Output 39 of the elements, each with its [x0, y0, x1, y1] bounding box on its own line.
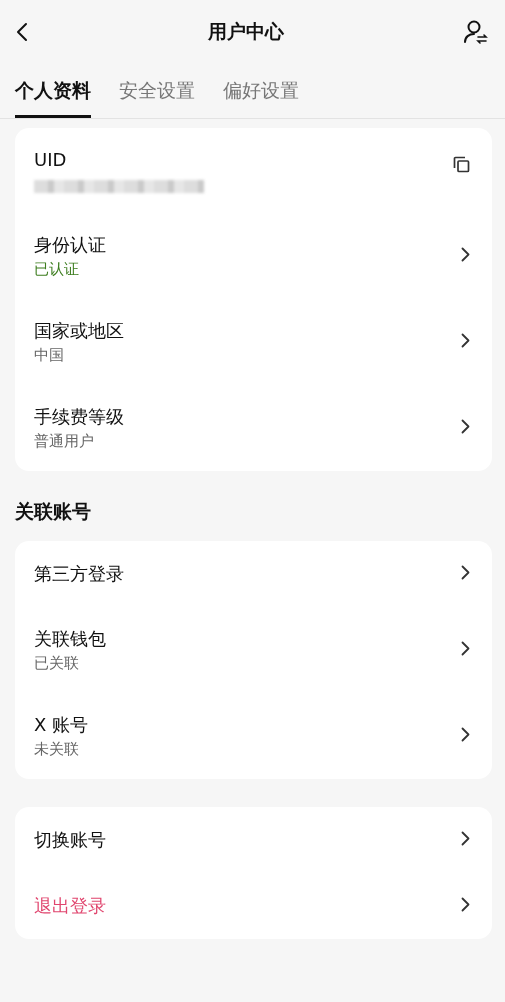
page-title: 用户中心 [207, 19, 284, 44]
list-item[interactable]: 手续费等级 普通用户 [15, 385, 492, 471]
chevron-right-icon [461, 418, 470, 434]
list-item[interactable]: 第三方登录 [15, 541, 492, 607]
row-title: UID [34, 148, 68, 172]
row-subtitle: 中国 [34, 345, 65, 365]
row-title: X 账号 [34, 713, 90, 737]
list-item[interactable]: UID [15, 128, 492, 213]
chevron-right-icon [461, 640, 470, 656]
list-item[interactable]: 退出登录 [15, 873, 492, 939]
row-subtitle: 已关联 [34, 653, 80, 673]
row-subtitle: 已认证 [34, 259, 80, 279]
section-heading: 关联账号 [15, 499, 92, 524]
copy-icon[interactable] [453, 156, 470, 173]
chevron-right-icon [461, 830, 470, 846]
row-title: 切换账号 [34, 828, 107, 852]
row-subtitle: 未关联 [34, 739, 80, 759]
tab[interactable]: 安全设置 [119, 64, 195, 118]
back-button[interactable] [16, 22, 28, 42]
tab[interactable]: 个人资料 [15, 64, 91, 118]
row-title: 关联钱包 [34, 627, 107, 651]
tab[interactable]: 偏好设置 [223, 64, 299, 118]
chevron-right-icon [461, 726, 470, 742]
row-subtitle: 普通用户 [34, 431, 95, 451]
list-item[interactable]: 国家或地区 中国 [15, 299, 492, 385]
switch-account-button[interactable] [463, 19, 489, 45]
row-title: 国家或地区 [34, 319, 125, 343]
list-item[interactable]: 关联钱包 已关联 [15, 607, 492, 693]
chevron-right-icon [461, 896, 470, 912]
list-item[interactable]: 切换账号 [15, 807, 492, 873]
row-title: 退出登录 [34, 894, 107, 918]
row-title: 手续费等级 [34, 405, 125, 429]
chevron-right-icon [461, 332, 470, 348]
chevron-right-icon [461, 246, 470, 262]
row-title: 第三方登录 [34, 562, 125, 586]
chevron-right-icon [461, 564, 470, 580]
list-item[interactable]: X 账号 未关联 [15, 693, 492, 779]
list-item[interactable]: 身份认证 已认证 [15, 213, 492, 299]
row-title: 身份认证 [34, 233, 107, 257]
